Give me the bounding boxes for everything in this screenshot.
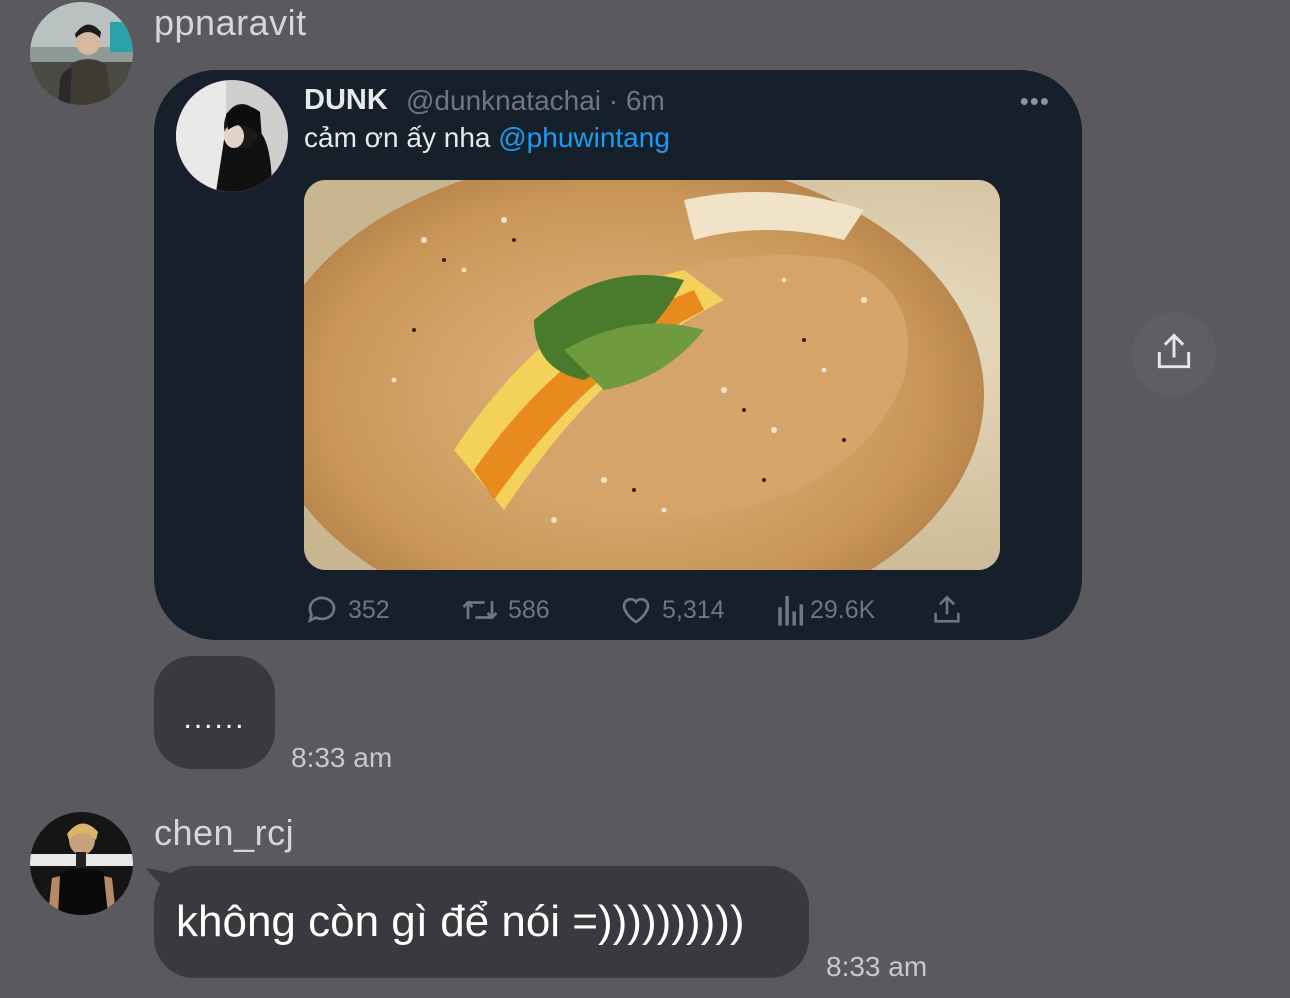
sender-avatar[interactable] — [30, 812, 133, 915]
sender-name: chen_rcj — [154, 812, 295, 853]
heart-icon — [618, 592, 654, 628]
tweet-body: cảm ơn ấy nha — [304, 122, 491, 153]
share-button[interactable] — [1132, 312, 1216, 396]
like-count: 5,314 — [662, 595, 725, 624]
views-count: 29.6K — [810, 595, 876, 624]
share-icon — [930, 593, 964, 627]
retweet-count: 586 — [508, 595, 550, 624]
tweet-text: cảm ơn ấy nha @phuwintang — [304, 122, 670, 154]
retweet-icon — [460, 592, 500, 628]
shared-tweet-card[interactable]: DUNK @dunknatachai · 6m ••• cảm ơn ấy nh… — [154, 70, 1082, 640]
tweet-author-handle: @dunknatachai · 6m — [406, 85, 665, 116]
tweet-share-button[interactable] — [930, 588, 964, 632]
tweet-actions: 352 586 5,314 29.6K — [304, 588, 1004, 632]
tweet-mention-link[interactable]: @phuwintang — [498, 122, 670, 153]
message-bubble[interactable]: ...... — [154, 656, 275, 769]
views-icon — [776, 593, 806, 627]
retweet-button[interactable]: 586 — [460, 588, 550, 632]
message-timestamp: 8:33 am — [826, 951, 928, 982]
message-bubble[interactable]: không còn gì để nói =)))))))))) — [154, 866, 809, 978]
like-button[interactable]: 5,314 — [618, 588, 725, 632]
share-icon — [1152, 330, 1196, 379]
more-options-icon[interactable]: ••• — [1020, 86, 1050, 117]
sender-avatar[interactable] — [30, 2, 133, 105]
reply-button[interactable]: 352 — [304, 588, 390, 632]
reply-count: 352 — [348, 595, 390, 624]
tweet-image[interactable] — [304, 180, 1000, 570]
message-timestamp: 8:33 am — [291, 742, 393, 773]
tweet-author-name[interactable]: DUNK — [304, 84, 388, 117]
sender-name: ppnaravit — [154, 2, 307, 43]
tweet-author-avatar[interactable] — [176, 80, 288, 192]
views-button[interactable]: 29.6K — [776, 588, 875, 632]
reply-icon — [304, 592, 340, 628]
